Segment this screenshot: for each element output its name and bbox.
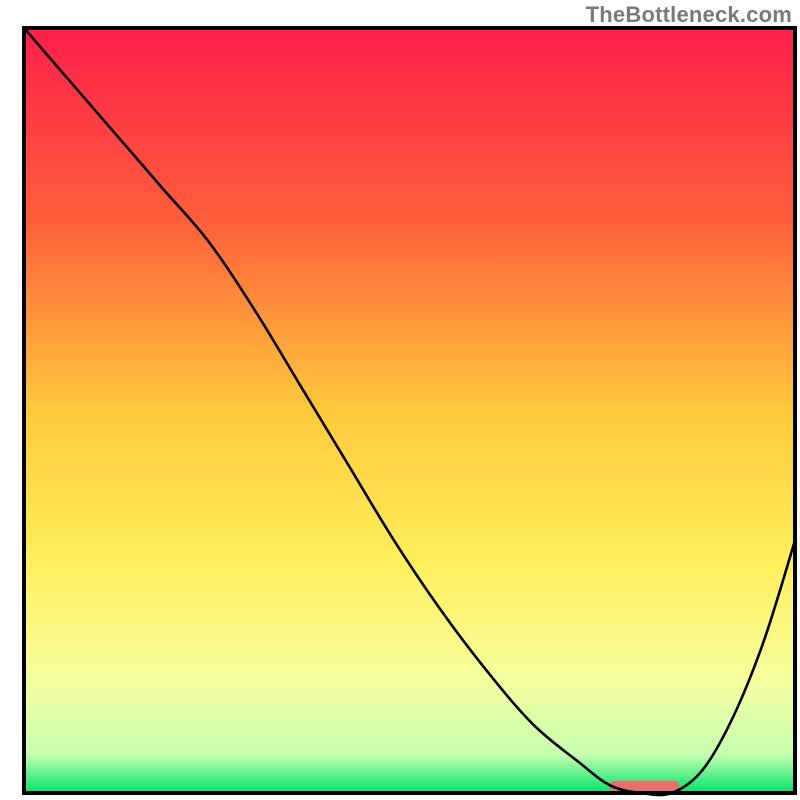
watermark-text: TheBottleneck.com (586, 2, 792, 28)
chart-canvas: TheBottleneck.com (0, 0, 800, 800)
chart-svg (0, 0, 800, 800)
plot-background (24, 28, 795, 793)
